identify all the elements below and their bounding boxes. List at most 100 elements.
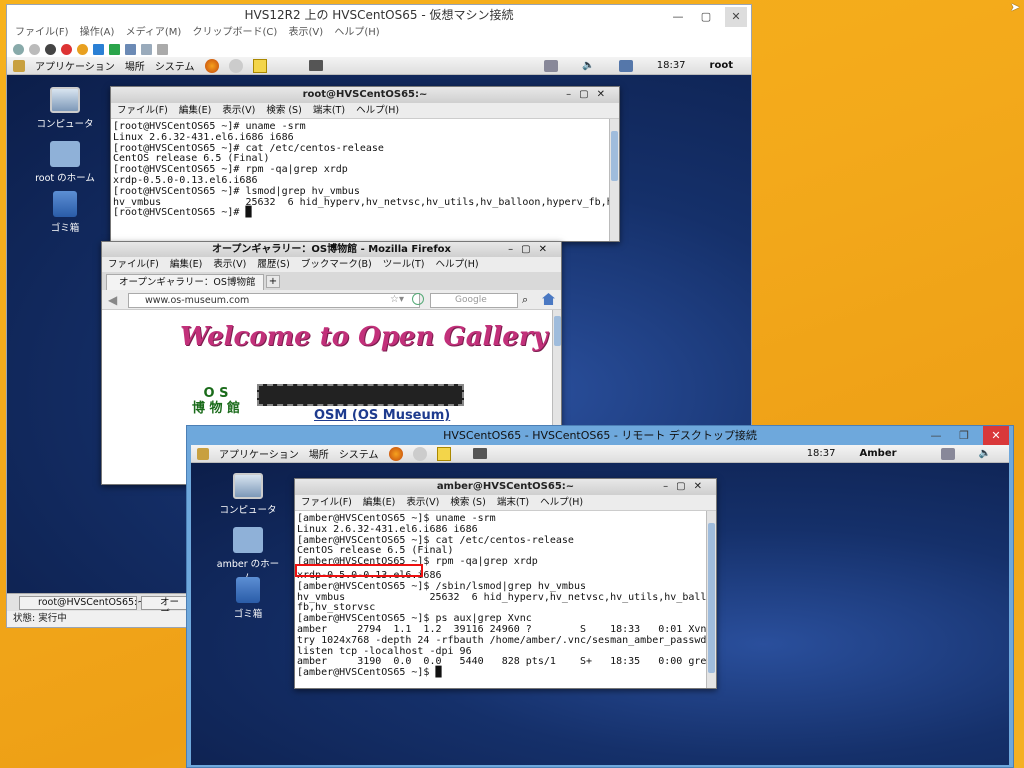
restore-button[interactable]: ❐ (955, 426, 973, 445)
mail-launcher-icon[interactable] (228, 58, 243, 73)
panel-clock[interactable]: 18:37 (657, 57, 686, 75)
minimize-button[interactable]: — (669, 7, 687, 27)
notes-launcher-icon[interactable] (436, 446, 451, 461)
minimize-button[interactable]: — (927, 426, 945, 445)
firefox-launcher-icon[interactable] (388, 446, 403, 461)
menu-history[interactable]: 履歴(S) (257, 259, 289, 270)
bookmark-star-icon[interactable]: ☆▾ (390, 294, 404, 305)
desktop-icon-home[interactable]: root のホーム (30, 141, 100, 184)
home-folder-icon (233, 527, 263, 553)
home-icon[interactable] (542, 293, 555, 305)
root-terminal-output[interactable]: [root@HVSCentOS65 ~]# uname -srm Linux 2… (111, 119, 619, 241)
amber-terminal-titlebar[interactable]: amber@HVSCentOS65:~ –▢✕ (295, 479, 716, 495)
menu-file[interactable]: ファイル(F) (301, 497, 352, 508)
menu-terminal[interactable]: 端末(T) (497, 497, 529, 508)
panel-places[interactable]: 場所 (309, 446, 329, 461)
menu-file[interactable]: ファイル(F) (117, 105, 168, 116)
taskbar-terminal[interactable]: root@HVSCentOS65:~ (19, 596, 145, 610)
menu-terminal[interactable]: 端末(T) (313, 105, 345, 116)
amber-terminal-output[interactable]: [amber@HVSCentOS65 ~]$ uname -srm Linux … (295, 511, 716, 688)
tab-open-gallery[interactable]: オープンギャラリー：OS博物館 (106, 274, 264, 290)
menu-clipboard[interactable]: クリップボード(C) (193, 27, 278, 38)
hyperv-titlebar[interactable]: HVS12R2 上の HVSCentOS65 - 仮想マシン接続 — ▢ ✕ (7, 5, 751, 27)
menu-view[interactable]: 表示(V) (406, 497, 439, 508)
menu-help[interactable]: ヘルプ(H) (436, 259, 479, 270)
amber-terminal-window[interactable]: amber@HVSCentOS65:~ –▢✕ ファイル(F) 編集(E) 表示… (294, 478, 717, 689)
start-icon[interactable] (29, 43, 40, 55)
back-icon[interactable]: ◀ (108, 293, 117, 307)
menu-view[interactable]: 表示(V) (289, 27, 324, 38)
menu-tools[interactable]: ツール(T) (383, 259, 425, 270)
scrollbar-thumb[interactable] (554, 316, 561, 346)
new-tab-button[interactable]: + (266, 275, 280, 288)
notes-launcher-icon[interactable] (252, 58, 267, 73)
network-icon[interactable] (544, 60, 559, 72)
menu-view[interactable]: 表示(V) (213, 259, 246, 270)
revert-icon[interactable] (141, 43, 152, 55)
menu-search[interactable]: 検索 (S) (266, 105, 301, 116)
volume-icon[interactable]: 🔈 (582, 57, 594, 75)
checkpoint-icon[interactable] (125, 43, 136, 55)
update-icon[interactable] (618, 60, 633, 72)
root-terminal-window[interactable]: root@HVSCentOS65:~ –▢✕ ファイル(F) 編集(E) 表示(… (110, 86, 620, 242)
close-button[interactable]: ✕ (725, 7, 747, 27)
turn-off-icon[interactable] (45, 43, 56, 55)
amber-terminal-window-buttons[interactable]: –▢✕ (663, 479, 710, 495)
panel-applications[interactable]: アプリケーション (219, 446, 299, 461)
firefox-launcher-icon[interactable] (204, 58, 219, 73)
panel-clock[interactable]: 18:37 (807, 445, 836, 463)
panel-system[interactable]: システム (155, 58, 195, 73)
firefox-titlebar[interactable]: オープンギャラリー：OS博物館 - Mozilla Firefox –▢✕ (102, 242, 561, 257)
scrollbar-thumb[interactable] (708, 523, 715, 673)
menu-file[interactable]: ファイル(F) (108, 259, 159, 270)
panel-system[interactable]: システム (339, 446, 379, 461)
panel-user[interactable]: Amber (860, 445, 897, 463)
desktop-icon-trash[interactable]: ゴミ箱 (213, 577, 283, 620)
close-button[interactable]: ✕ (983, 426, 1009, 445)
scrollbar[interactable] (609, 119, 619, 241)
terminal-launcher-icon[interactable] (309, 60, 323, 71)
firefox-window-buttons[interactable]: –▢✕ (508, 242, 555, 257)
menu-help[interactable]: ヘルプ(H) (356, 105, 399, 116)
menu-edit[interactable]: 編集(E) (179, 105, 211, 116)
desktop-icon-computer[interactable]: コンピュータ (213, 473, 283, 516)
mail-launcher-icon[interactable] (412, 446, 427, 461)
save-icon[interactable] (77, 43, 88, 55)
enhanced-session-icon[interactable] (157, 43, 168, 55)
menu-help[interactable]: ヘルプ(H) (540, 497, 583, 508)
taskbar-firefox[interactable]: オープ (141, 596, 187, 620)
root-terminal-window-buttons[interactable]: –▢✕ (566, 87, 613, 103)
menu-file[interactable]: ファイル(F) (15, 27, 69, 38)
menu-bookmarks[interactable]: ブックマーク(B) (301, 259, 372, 270)
rdp-titlebar[interactable]: HVSCentOS65 - HVSCentOS65 - リモート デスクトップ接… (187, 426, 1013, 445)
search-input[interactable]: Google (430, 293, 518, 308)
terminal-launcher-icon[interactable] (473, 448, 487, 459)
menu-media[interactable]: メディア(M) (126, 27, 182, 38)
desktop-icon-home[interactable]: amber のホーム (213, 527, 283, 584)
ctrl-alt-del-icon[interactable] (13, 43, 24, 55)
menu-edit[interactable]: 編集(E) (363, 497, 395, 508)
scrollbar[interactable] (706, 511, 716, 688)
url-bar[interactable]: www.os-museum.com (128, 293, 420, 308)
menu-help[interactable]: ヘルプ(H) (334, 27, 379, 38)
menu-edit[interactable]: 編集(E) (170, 259, 202, 270)
volume-icon[interactable]: 🔈 (979, 445, 991, 463)
shutdown-icon[interactable] (61, 43, 72, 55)
resume-icon[interactable] (109, 43, 120, 55)
pause-icon[interactable] (93, 43, 104, 55)
maximize-button[interactable]: ▢ (697, 7, 715, 27)
reload-icon[interactable] (412, 293, 424, 305)
binoculars-icon[interactable]: ⌕ (522, 293, 528, 307)
menu-search[interactable]: 検索 (S) (450, 497, 485, 508)
panel-user[interactable]: root (710, 57, 733, 75)
panel-applications[interactable]: アプリケーション (35, 58, 115, 73)
root-terminal-titlebar[interactable]: root@HVSCentOS65:~ –▢✕ (111, 87, 619, 103)
menu-action[interactable]: 操作(A) (80, 27, 115, 38)
desktop-icon-computer[interactable]: コンピュータ (30, 87, 100, 130)
network-icon[interactable] (940, 448, 955, 460)
osm-link[interactable]: OSM (OS Museum) (314, 408, 450, 423)
panel-places[interactable]: 場所 (125, 58, 145, 73)
scrollbar-thumb[interactable] (611, 131, 618, 181)
desktop-icon-trash[interactable]: ゴミ箱 (30, 191, 100, 234)
menu-view[interactable]: 表示(V) (222, 105, 255, 116)
